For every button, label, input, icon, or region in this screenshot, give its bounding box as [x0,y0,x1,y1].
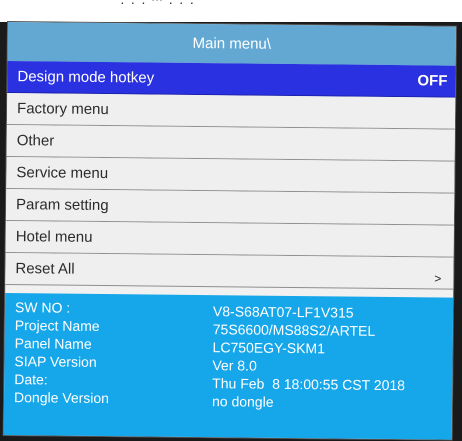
chevron-right-icon: > [434,271,442,286]
menu-item-other[interactable]: Other [6,124,455,162]
menu-item-label: Other [16,132,55,150]
menu-header: Main menu\ [7,22,456,66]
info-key-panel-name: Panel Name [14,335,92,352]
menu-item-param-setting[interactable]: Param setting [5,188,455,226]
menu-item-hotel-menu[interactable]: Hotel menu [5,220,454,258]
info-value-siap-version: Ver 8.0 [212,357,257,374]
menu-item-design-mode-hotkey[interactable]: Design mode hotkey OFF [7,60,456,98]
top-text-fragment: · · · ‘‘‘ · · · [120,0,196,10]
info-key-dongle-version: Dongle Version [13,389,110,407]
info-key-project-name: Project Name [14,317,100,334]
menu-item-factory-menu[interactable]: Factory menu [6,92,456,130]
main-menu-panel: Main menu\ Design mode hotkey OFF Factor… [3,22,456,440]
info-key-date: Date: [14,371,48,388]
info-key-sw-no: SW NO : [14,299,71,316]
menu-item-label: Factory menu [17,100,109,119]
menu-item-label: Service menu [16,164,109,183]
info-key-siap-version: SIAP Version [14,353,97,370]
menu-item-reset-all[interactable]: Reset All > [5,252,454,290]
info-value-project-name: 75S6600/MS88S2/ARTEL [212,321,376,339]
system-info-panel: SW NO : V8-S68AT07-LF1V315 Project Name … [3,292,454,440]
menu-title: Main menu\ [192,34,272,53]
menu-item-label: Design mode hotkey [17,68,155,87]
menu-item-service-menu[interactable]: Service menu [6,156,455,194]
info-value-sw-no: V8-S68AT07-LF1V315 [212,303,354,321]
info-value-panel-name: LC750EGY-SKM1 [212,339,326,357]
menu-item-label: Param setting [15,196,109,215]
info-value-dongle-version: no dongle [211,393,274,410]
menu-item-label: Hotel menu [15,228,93,246]
top-strip: · · · ‘‘‘ · · · [0,0,462,22]
info-value-date: Thu Feb 8 18:00:55 CST 2018 [212,375,406,394]
menu-item-label: Reset All [15,260,75,278]
menu-item-value: OFF [417,72,448,90]
